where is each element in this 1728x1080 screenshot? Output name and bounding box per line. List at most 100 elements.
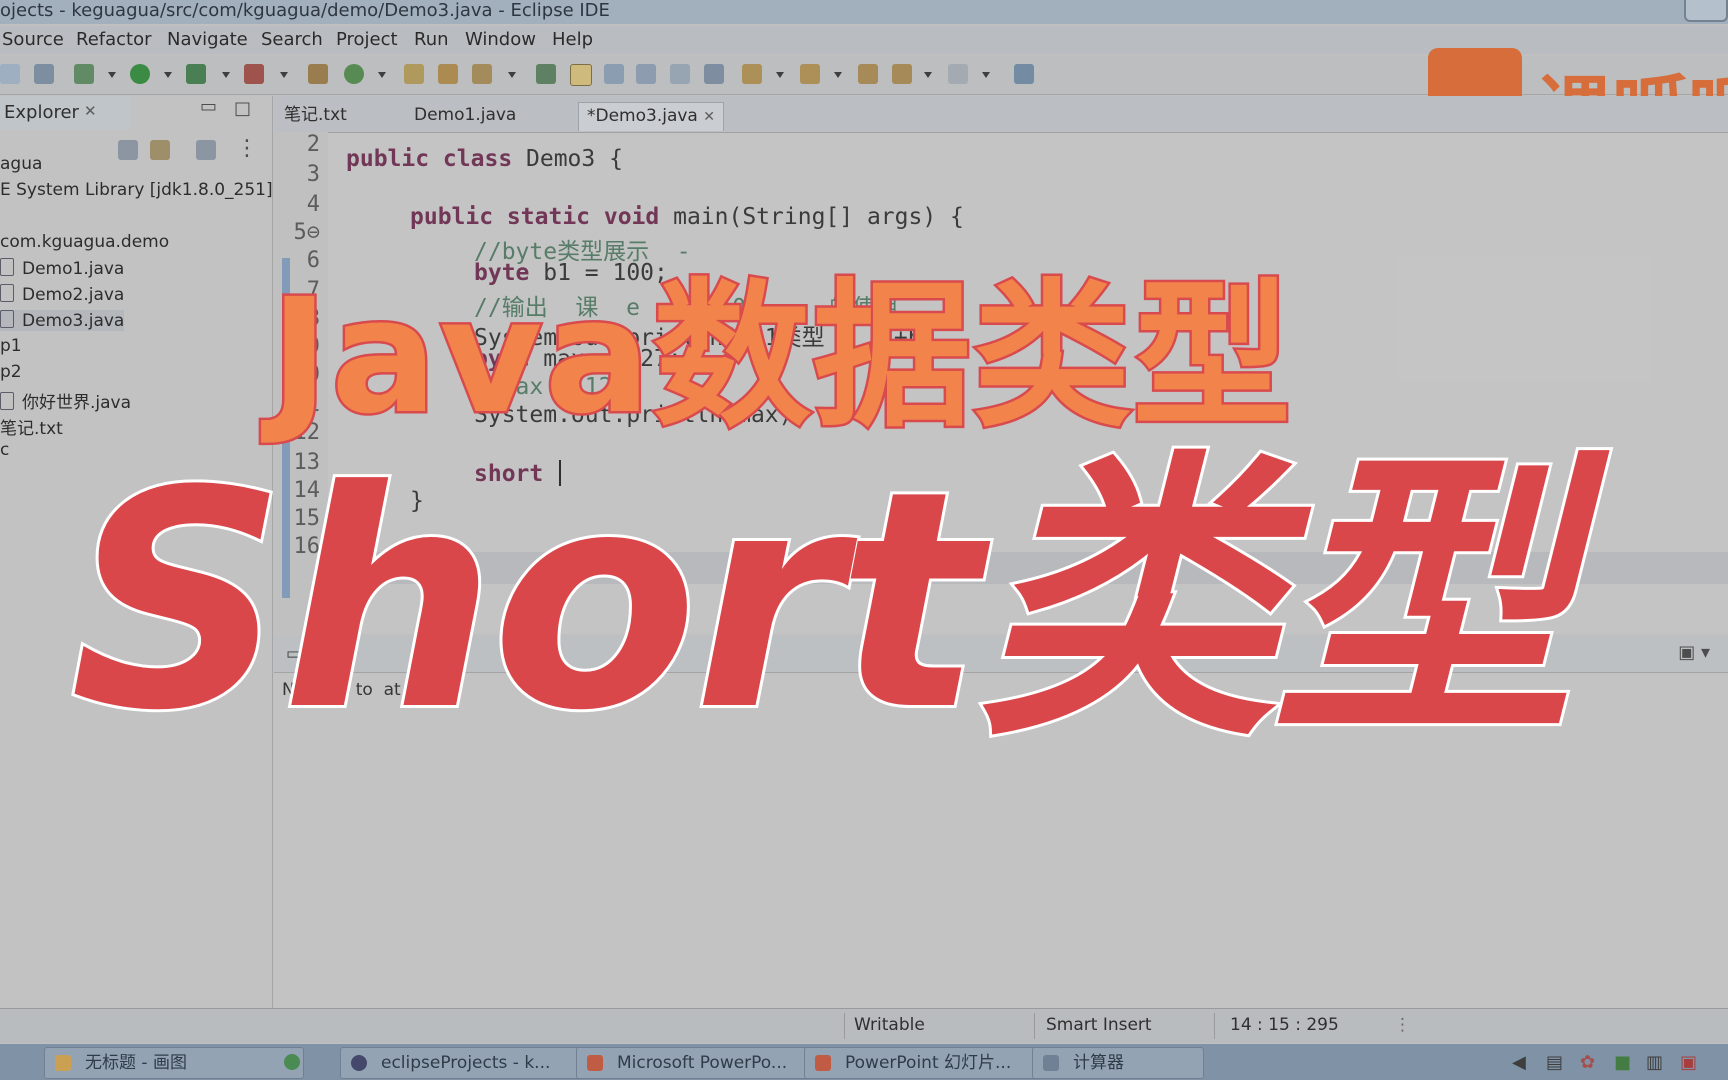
chevron-down-icon[interactable] bbox=[834, 72, 842, 78]
pointer-icon[interactable] bbox=[34, 64, 54, 84]
tree-item-project[interactable]: agua bbox=[0, 154, 42, 174]
chevron-down-icon[interactable] bbox=[108, 72, 116, 78]
java-file-icon bbox=[0, 258, 14, 276]
tree-item-hello-world[interactable]: 你好世界.java bbox=[0, 388, 131, 413]
tab-demo1[interactable]: Demo1.java bbox=[414, 102, 516, 130]
tree-item-p1[interactable]: p1 bbox=[0, 336, 22, 356]
tree-item-demo1[interactable]: Demo1.java bbox=[0, 258, 124, 279]
last-edit-icon[interactable] bbox=[858, 64, 878, 84]
pilcrow-icon[interactable] bbox=[704, 64, 724, 84]
back-icon[interactable] bbox=[892, 64, 912, 84]
task-slideshow[interactable]: PowerPoint 幻灯片... bbox=[804, 1047, 1060, 1079]
prev-annotation-icon[interactable] bbox=[800, 64, 820, 84]
java-file-icon bbox=[0, 310, 14, 328]
show-whitespace-icon[interactable] bbox=[636, 64, 656, 84]
menu-window[interactable]: Window bbox=[465, 29, 536, 50]
java-file-icon bbox=[0, 392, 14, 410]
status-grip-icon: ⋮ bbox=[1394, 1015, 1411, 1035]
task-paint[interactable]: 无标题 - 画图 bbox=[44, 1047, 304, 1079]
line-number: 2 bbox=[306, 132, 320, 157]
chevron-down-icon[interactable] bbox=[982, 72, 990, 78]
printer-icon[interactable]: ▥ bbox=[1646, 1052, 1663, 1073]
filter-icon[interactable] bbox=[196, 140, 216, 160]
task-eclipse[interactable]: eclipseProjects - k... bbox=[340, 1047, 604, 1079]
debug-icon[interactable] bbox=[74, 64, 94, 84]
minimize-icon[interactable]: ▭ bbox=[200, 96, 217, 117]
menu-source[interactable]: Source bbox=[2, 29, 64, 50]
highlight-toggle-icon[interactable] bbox=[570, 64, 592, 86]
chevron-down-icon[interactable] bbox=[222, 72, 230, 78]
coverage-icon[interactable] bbox=[186, 64, 206, 84]
menu-search[interactable]: Search bbox=[261, 29, 323, 50]
task-powerpoint[interactable]: Microsoft PowerPo... bbox=[576, 1047, 832, 1079]
status-cursor-position: 14 : 15 : 295 bbox=[1230, 1015, 1339, 1035]
menu-navigate[interactable]: Navigate bbox=[167, 29, 248, 50]
powerpoint-icon bbox=[815, 1055, 831, 1071]
close-icon[interactable]: ✕ bbox=[703, 109, 715, 125]
view-menu-icon[interactable]: ⋮ bbox=[236, 136, 258, 161]
tree-item-label: 笔记.txt bbox=[0, 419, 63, 439]
tree-item-label: p2 bbox=[0, 362, 22, 382]
collapse-all-icon[interactable] bbox=[118, 140, 138, 160]
new-class-icon[interactable] bbox=[344, 64, 364, 84]
code-line-5[interactable]: public static void main(String[] args) { bbox=[410, 204, 964, 230]
keyword: public static void bbox=[410, 204, 660, 230]
chevron-down-icon[interactable] bbox=[508, 72, 516, 78]
open-console-icon[interactable]: ▣ ▾ bbox=[1678, 642, 1710, 663]
chevron-down-icon[interactable] bbox=[776, 72, 784, 78]
update-icon[interactable]: ■ bbox=[1614, 1052, 1631, 1073]
new-package-icon[interactable] bbox=[308, 64, 328, 84]
tree-item-demo2[interactable]: Demo2.java bbox=[0, 284, 124, 305]
tree-item-c[interactable]: c bbox=[0, 440, 9, 460]
alert-icon[interactable]: ▣ bbox=[1680, 1052, 1697, 1073]
window-titlebar: ojects - keguagua/src/com/kguagua/demo/D… bbox=[0, 0, 1728, 24]
chevron-down-icon[interactable] bbox=[924, 72, 932, 78]
forward-icon[interactable] bbox=[948, 64, 968, 84]
tree-item-notes[interactable]: 笔记.txt bbox=[0, 414, 63, 439]
menu-help[interactable]: Help bbox=[552, 29, 593, 50]
tree-item-jre[interactable]: E System Library [jdk1.8.0_251] bbox=[0, 180, 273, 200]
chevron-down-icon[interactable] bbox=[378, 72, 386, 78]
headline-short-type: Short类型 bbox=[67, 427, 1576, 776]
run-icon[interactable] bbox=[130, 64, 150, 84]
network-icon[interactable]: ▤ bbox=[1546, 1052, 1563, 1073]
toggle-mark-icon[interactable] bbox=[670, 64, 690, 84]
task-calculator[interactable]: 计算器 bbox=[1032, 1047, 1204, 1079]
save-icon[interactable] bbox=[0, 64, 20, 84]
tab-notes[interactable]: 笔记.txt bbox=[284, 102, 347, 130]
window-close-button[interactable] bbox=[1684, 0, 1728, 22]
open-folder-icon[interactable] bbox=[438, 64, 458, 84]
search-icon[interactable] bbox=[472, 64, 492, 84]
code-text: Demo3 { bbox=[512, 146, 623, 172]
tree-item-p2[interactable]: p2 bbox=[0, 362, 22, 382]
link-editor-icon[interactable] bbox=[150, 140, 170, 160]
close-icon[interactable]: ✕ bbox=[84, 102, 97, 120]
annotation-icon[interactable] bbox=[536, 64, 556, 84]
security-icon[interactable]: ✿ bbox=[1580, 1052, 1595, 1073]
task-label: 无标题 - 画图 bbox=[85, 1053, 187, 1073]
open-perspective-icon[interactable] bbox=[1014, 64, 1034, 84]
tree-item-label: Demo3.java bbox=[22, 311, 125, 331]
tab-demo3[interactable]: *Demo3.java ✕ bbox=[578, 102, 724, 131]
code-line-3[interactable]: public class Demo3 { bbox=[346, 146, 623, 172]
block-selection-icon[interactable] bbox=[604, 64, 624, 84]
menu-refactor[interactable]: Refactor bbox=[76, 29, 152, 50]
maximize-icon[interactable]: □ bbox=[234, 98, 251, 119]
menu-run[interactable]: Run bbox=[414, 29, 449, 50]
external-tools-icon[interactable] bbox=[244, 64, 264, 84]
chevron-down-icon[interactable] bbox=[164, 72, 172, 78]
tree-item-demo3[interactable]: Demo3.java bbox=[0, 310, 125, 331]
menu-project[interactable]: Project bbox=[336, 29, 398, 50]
calculator-icon bbox=[1043, 1055, 1059, 1071]
next-annotation-icon[interactable] bbox=[742, 64, 762, 84]
open-type-icon[interactable] bbox=[404, 64, 424, 84]
tree-item-label: p1 bbox=[0, 336, 22, 356]
java-file-icon bbox=[0, 284, 14, 302]
tree-item-label: c bbox=[0, 440, 10, 460]
tree-item-package[interactable]: com.kguagua.demo bbox=[0, 232, 169, 252]
chevron-down-icon[interactable] bbox=[280, 72, 288, 78]
explorer-tab[interactable]: Explorer ✕ bbox=[0, 96, 130, 130]
task-chrome[interactable] bbox=[274, 1047, 314, 1077]
task-label: 计算器 bbox=[1073, 1053, 1124, 1073]
volume-icon[interactable]: ◀ bbox=[1512, 1052, 1526, 1073]
